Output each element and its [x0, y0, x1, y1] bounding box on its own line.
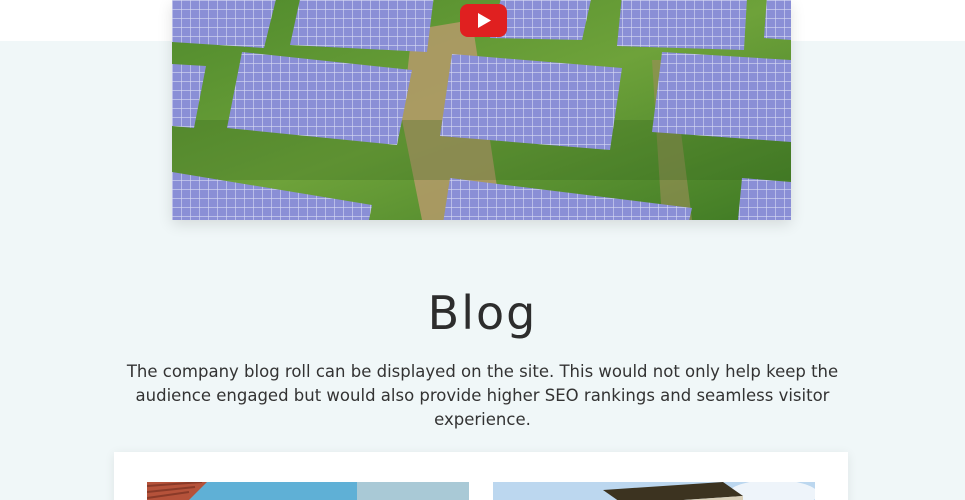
blog-post-thumbnail[interactable]	[493, 482, 815, 500]
building-photo	[147, 482, 469, 500]
building-photo	[493, 482, 815, 500]
youtube-play-icon[interactable]	[460, 4, 507, 37]
blog-description: The company blog roll can be displayed o…	[126, 362, 839, 429]
blog-heading: Blog	[427, 286, 538, 340]
video-embed[interactable]	[172, 0, 791, 220]
blog-post-thumbnail[interactable]	[147, 482, 469, 500]
blog-posts-container	[114, 452, 848, 500]
